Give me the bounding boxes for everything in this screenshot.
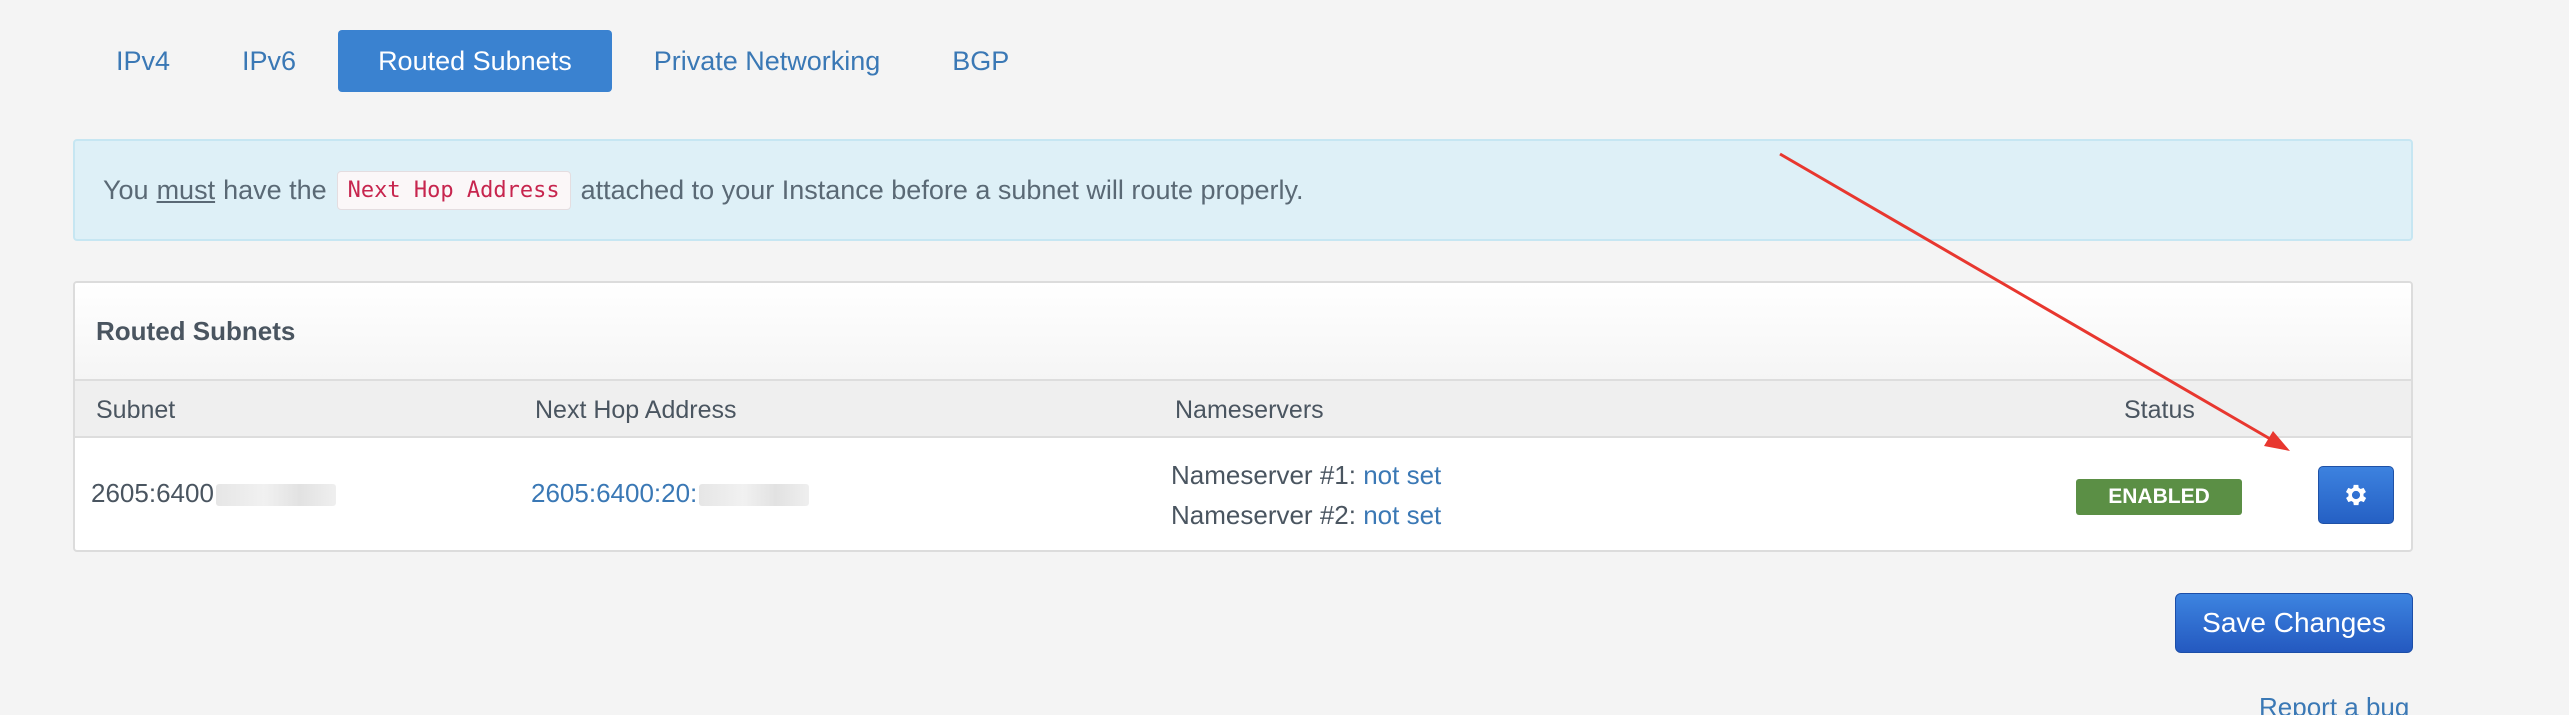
tab-bgp[interactable]: BGP [922, 30, 1039, 92]
report-bug-link[interactable]: Report a bug [2259, 692, 2409, 715]
panel-title: Routed Subnets [75, 283, 2411, 381]
tab-ipv4[interactable]: IPv4 [86, 30, 200, 92]
alert-text-suffix: attached to your Instance before a subne… [580, 174, 1304, 205]
nameserver-2-label: Nameserver #2: [1171, 500, 1356, 530]
tab-bar: IPv4 IPv6 Routed Subnets Private Network… [86, 30, 1051, 92]
redacted-blur [699, 484, 810, 507]
nameserver-1-label: Nameserver #1: [1171, 460, 1356, 490]
nameservers-cell: Nameserver #1: not set Nameserver #2: no… [1171, 455, 1441, 535]
column-next-hop: Next Hop Address [535, 396, 737, 424]
column-nameservers: Nameservers [1175, 396, 1324, 424]
tab-routed-subnets[interactable]: Routed Subnets [338, 30, 612, 92]
subnet-value: 2605:6400 [91, 478, 214, 508]
next-hop-cell[interactable]: 2605:6400:20: [531, 478, 810, 509]
tab-private-networking[interactable]: Private Networking [624, 30, 911, 92]
redacted-blur [215, 484, 336, 507]
alert-text-prefix: You [103, 174, 149, 205]
table-header: Subnet Next Hop Address Nameservers Stat… [75, 381, 2411, 438]
column-subnet: Subnet [96, 396, 176, 424]
nameserver-2-value[interactable]: not set [1363, 500, 1441, 530]
save-changes-button[interactable]: Save Changes [2175, 593, 2413, 653]
alert-emphasis: must [156, 174, 216, 205]
column-status: Status [2124, 396, 2195, 424]
nameserver-2: Nameserver #2: not set [1171, 495, 1441, 535]
subnet-settings-button[interactable] [2318, 466, 2394, 524]
info-alert: You must have the Next Hop Address attac… [73, 139, 2413, 241]
alert-text-middle: have the [223, 174, 327, 205]
next-hop-link[interactable]: 2605:6400:20: [531, 478, 697, 508]
nameserver-1-value[interactable]: not set [1363, 460, 1441, 490]
alert-code: Next Hop Address [336, 170, 571, 210]
subnet-cell: 2605:6400 [91, 478, 336, 509]
status-badge: ENABLED [2076, 479, 2242, 515]
gear-icon [2345, 484, 2367, 506]
page: IPv4 IPv6 Routed Subnets Private Network… [0, 0, 2569, 715]
tab-ipv6[interactable]: IPv6 [212, 30, 326, 92]
nameserver-1: Nameserver #1: not set [1171, 455, 1441, 495]
